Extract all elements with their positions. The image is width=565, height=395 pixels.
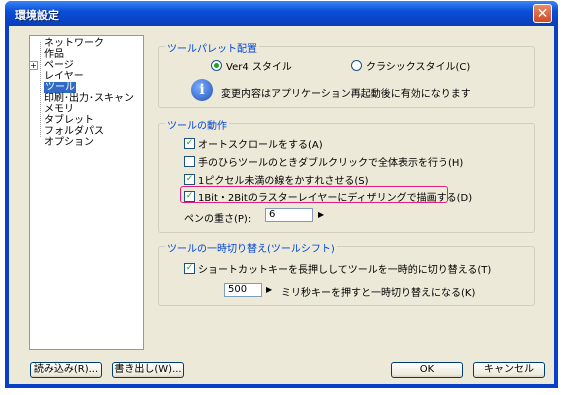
tree-item-label: フォルダパス xyxy=(44,126,104,137)
check-label: 1Bit・2Bitのラスターレイヤーにディザリングで描画する(D) xyxy=(198,193,473,204)
checkbox[interactable]: ✓ xyxy=(184,191,195,202)
expand-icon[interactable]: + xyxy=(29,61,38,70)
close-icon: ✕ xyxy=(536,5,549,22)
check-label: ショートカットキーを長押ししてツールを一時的に切り替える(T) xyxy=(198,265,492,276)
close-button[interactable]: ✕ xyxy=(533,4,552,23)
pen-weight-slider-icon[interactable]: ▶ xyxy=(318,210,324,220)
tree-item-label: レイヤー xyxy=(44,71,84,82)
group-title: ツールパレット配置 xyxy=(165,40,259,55)
tree-item-label: ネットワーク xyxy=(44,38,104,49)
shift-ms-input[interactable]: 500 xyxy=(224,283,262,297)
checkbox[interactable]: ✓ xyxy=(184,174,195,185)
check-hand-tool-fit[interactable]: 手のひらツールのときダブルクリックで全体表示を行う(H) xyxy=(184,154,463,169)
radio-button[interactable] xyxy=(211,60,222,71)
checkbox[interactable] xyxy=(184,156,195,167)
tree-item-label: ページ xyxy=(44,60,74,71)
shift-ms-slider-icon[interactable]: ▶ xyxy=(266,285,272,295)
radio-classic[interactable]: クラシックスタイル(C) xyxy=(351,58,470,73)
restart-note: 変更内容はアプリケーション再起動後に有効になります xyxy=(221,89,471,100)
window-title: 環境設定 xyxy=(15,9,59,22)
tree-item-option[interactable]: オプション xyxy=(44,137,94,149)
pen-weight-input[interactable]: 6 xyxy=(265,208,313,222)
check-label: 手のひらツールのときダブルクリックで全体表示を行う(H) xyxy=(198,158,464,169)
shift-ms-label: ミリ秒キーを押すと一時切り替えになる(K) xyxy=(281,288,476,299)
check-subpixel-fade[interactable]: ✓ 1ピクセル未満の線をかすれさせる(S) xyxy=(184,172,369,187)
export-button[interactable]: 書き出し(W)... xyxy=(112,362,184,378)
ok-button[interactable]: OK xyxy=(391,362,463,378)
tool-palette-group: ツールパレット配置 Ver4 スタイル クラシックスタイル(C) i 変更内容は… xyxy=(158,40,535,108)
tree-item-label: 印刷･出力･スキャン xyxy=(44,93,134,104)
category-tree[interactable]: ネットワーク 作品 + ページ レイヤー ツール 印刷･出力･スキャン メモリ … xyxy=(29,35,144,350)
group-title: ツールの動作 xyxy=(165,117,229,132)
pen-weight-label: ペンの重さ(P): xyxy=(184,214,252,225)
check-label: オートスクロールをする(A) xyxy=(198,140,323,151)
tool-behavior-group: ツールの動作 ✓ オートスクロールをする(A) 手のひらツールのときダブルクリッ… xyxy=(158,117,535,233)
tree-item-label: メモリ xyxy=(44,104,74,115)
info-icon: i xyxy=(191,79,213,101)
tree-connector xyxy=(40,42,41,137)
dialog-body: ネットワーク 作品 + ページ レイヤー ツール 印刷･出力･スキャン メモリ … xyxy=(9,26,554,384)
radio-label: クラシックスタイル(C) xyxy=(366,62,471,73)
radio-button[interactable] xyxy=(351,60,362,71)
checkbox[interactable]: ✓ xyxy=(184,138,195,149)
preferences-window: 環境設定 ✕ ネットワーク 作品 + ページ レイヤー ツール 印刷･出力･スキ… xyxy=(5,1,558,388)
tool-shift-group: ツールの一時切り替え(ツールシフト) ✓ ショートカットキーを長押ししてツールを… xyxy=(158,240,535,306)
group-title: ツールの一時切り替え(ツールシフト) xyxy=(165,240,337,255)
import-button[interactable]: 読み込み(R)... xyxy=(30,362,102,378)
tree-item-label: オプション xyxy=(44,137,94,148)
radio-label: Ver4 スタイル xyxy=(226,62,292,73)
check-auto-scroll[interactable]: ✓ オートスクロールをする(A) xyxy=(184,136,323,151)
tree-item-label: 作品 xyxy=(44,49,64,60)
check-dither-raster[interactable]: ✓ 1Bit・2Bitのラスターレイヤーにディザリングで描画する(D) xyxy=(184,189,472,204)
radio-ver4[interactable]: Ver4 スタイル xyxy=(211,58,292,73)
title-bar[interactable]: 環境設定 ✕ xyxy=(5,1,558,26)
tree-item-label: ツール xyxy=(44,82,76,93)
checkbox[interactable]: ✓ xyxy=(184,263,195,274)
check-label: 1ピクセル未満の線をかすれさせる(S) xyxy=(198,176,369,187)
tree-item-label: タブレット xyxy=(44,115,94,126)
check-shortcut-shift[interactable]: ✓ ショートカットキーを長押ししてツールを一時的に切り替える(T) xyxy=(184,261,491,276)
cancel-button[interactable]: キャンセル xyxy=(473,362,545,378)
